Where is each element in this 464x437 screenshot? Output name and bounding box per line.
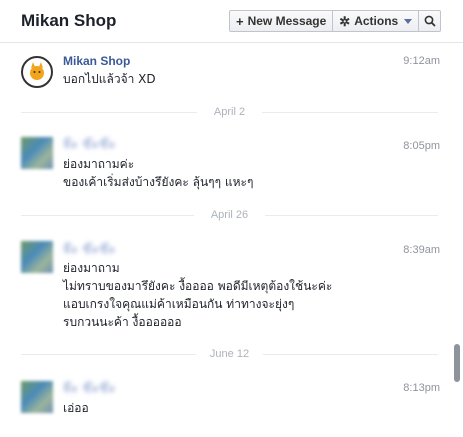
actions-label: Actions xyxy=(354,14,399,28)
message-time: 8:13pm xyxy=(403,382,440,394)
avatar[interactable] xyxy=(21,381,53,413)
search-icon xyxy=(424,15,436,27)
message-text: เอ่ออ xyxy=(63,399,89,417)
scrollbar[interactable] xyxy=(451,44,463,437)
message-line: แอบเกรงใจคุณแม่ค้าเหมือนกัน ท่าทางจะยุ่ง… xyxy=(63,297,295,311)
actions-button[interactable]: ✲ Actions xyxy=(333,10,420,32)
message-line: รบกวนนะค้า งื้ออออออ xyxy=(63,315,182,329)
message-text: ย่องมาถาม ไม่ทราบของมารึยังคะ งื้ออออ พอ… xyxy=(63,259,332,331)
sender-name[interactable]: จ๊ะ ข๊ะข๊ะ xyxy=(63,135,116,154)
date-divider: June 12 xyxy=(21,348,438,360)
plus-icon: + xyxy=(236,13,244,29)
search-button[interactable] xyxy=(419,10,442,32)
toolbar: + New Message ✲ Actions xyxy=(229,10,442,32)
date-divider: April 2 xyxy=(21,106,438,118)
new-message-label: New Message xyxy=(247,14,327,28)
avatar[interactable] xyxy=(21,137,53,169)
date-divider: April 26 xyxy=(21,209,438,221)
message-time: 9:12am xyxy=(403,55,440,67)
message-line: เอ่ออ xyxy=(63,401,89,415)
sender-name[interactable]: Mikan Shop xyxy=(63,54,130,68)
message-line: ของเค้าเริ่มส่งบ้างรึยังคะ ลุ้นๆๆ แหะๆ xyxy=(63,175,254,189)
sender-name[interactable]: จ๊ะ ข๊ะข๊ะ xyxy=(63,379,116,398)
gear-icon: ✲ xyxy=(339,13,351,29)
message-line: ย่องมาถามค่ะ xyxy=(63,157,135,171)
message-time: 8:39am xyxy=(403,244,440,256)
avatar[interactable] xyxy=(21,56,53,88)
page-title: Mikan Shop xyxy=(21,11,117,30)
message-time: 8:05pm xyxy=(403,140,440,152)
avatar[interactable] xyxy=(21,241,53,273)
scrollbar-thumb[interactable] xyxy=(454,344,460,382)
conversation-header: Mikan Shop + New Message ✲ Actions xyxy=(0,0,463,43)
message-thread[interactable]: Mikan Shop 9:12am บอกไปแล้วจ้า XD April … xyxy=(0,44,450,437)
sender-name[interactable]: จ๊ะ ข๊ะข๊ะ xyxy=(63,240,116,259)
message-text: ย่องมาถามค่ะ ของเค้าเริ่มส่งบ้างรึยังคะ … xyxy=(63,155,253,191)
date-divider-label: April 26 xyxy=(204,209,255,221)
date-divider-label: June 12 xyxy=(203,348,256,360)
message-window: Mikan Shop + New Message ✲ Actions Mikan… xyxy=(0,0,464,437)
message-line: ย่องมาถาม xyxy=(63,261,120,275)
new-message-button[interactable]: + New Message xyxy=(229,10,334,32)
message-line: บอกไปแล้วจ้า XD xyxy=(63,72,156,86)
message-text: บอกไปแล้วจ้า XD xyxy=(63,70,156,88)
chevron-down-icon xyxy=(404,18,413,24)
date-divider-label: April 2 xyxy=(207,106,252,118)
shop-logo-icon xyxy=(24,59,50,85)
message-line: ไม่ทราบของมารึยังคะ งื้ออออ พอดีมีเหตุต้… xyxy=(63,279,333,293)
